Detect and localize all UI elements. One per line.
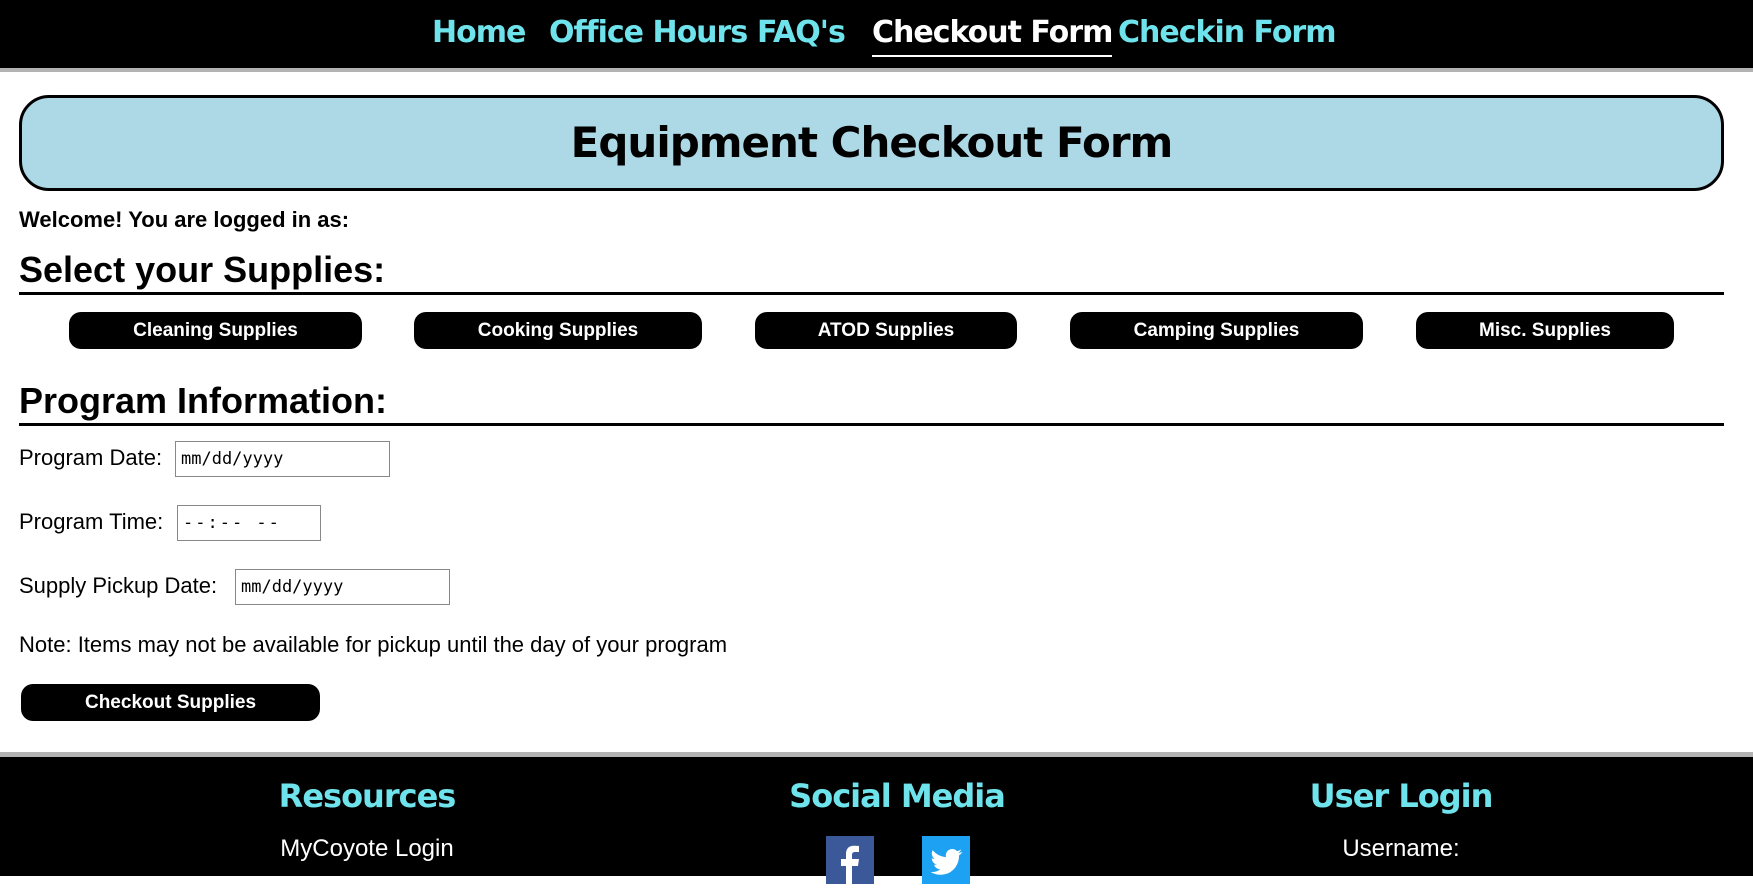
program-time-label: Program Time: [19,509,164,534]
social-heading: Social Media [789,777,1006,815]
nav-checkin-form[interactable]: Checkin Form [1118,11,1336,55]
facebook-icon[interactable] [826,836,874,884]
resources-heading: Resources [278,777,457,815]
pickup-date-field[interactable]: mm/dd/yyyy [235,569,450,605]
misc-supplies-button[interactable]: Misc. Supplies [1416,312,1674,349]
nav-office-hours[interactable]: Office Hours [549,11,748,55]
program-heading: Program Information: [19,381,1724,426]
program-date-label: Program Date: [19,445,163,470]
user-login-heading: User Login [1309,777,1494,815]
username-label: Username: [1342,835,1460,862]
atod-supplies-button[interactable]: ATOD Supplies [755,312,1017,349]
supplies-heading: Select your Supplies: [19,250,1724,295]
mycoyote-login-link[interactable]: MyCoyote Login [236,835,498,863]
nav-faqs[interactable]: FAQ's [757,11,846,55]
welcome-text: Welcome! You are logged in as: [19,207,350,232]
checkout-supplies-button[interactable]: Checkout Supplies [21,684,320,721]
cooking-supplies-button[interactable]: Cooking Supplies [414,312,702,349]
page-title: Equipment Checkout Form [19,95,1724,191]
nav-checkout-form[interactable]: Checkout Form [872,11,1113,57]
program-time-field[interactable]: --:-- -- [177,505,321,541]
pickup-note: Note: Items may not be available for pic… [19,632,728,657]
nav-home[interactable]: Home [432,11,526,55]
top-nav: Home Office Hours FAQ's Checkout Form Ch… [0,0,1753,72]
program-date-field[interactable]: mm/dd/yyyy [175,441,390,477]
cleaning-supplies-button[interactable]: Cleaning Supplies [69,312,362,349]
footer: Resources MyCoyote Login Social Media Us… [0,757,1753,884]
twitter-icon[interactable] [922,836,970,884]
pickup-date-label: Supply Pickup Date: [19,573,218,598]
camping-supplies-button[interactable]: Camping Supplies [1070,312,1363,349]
